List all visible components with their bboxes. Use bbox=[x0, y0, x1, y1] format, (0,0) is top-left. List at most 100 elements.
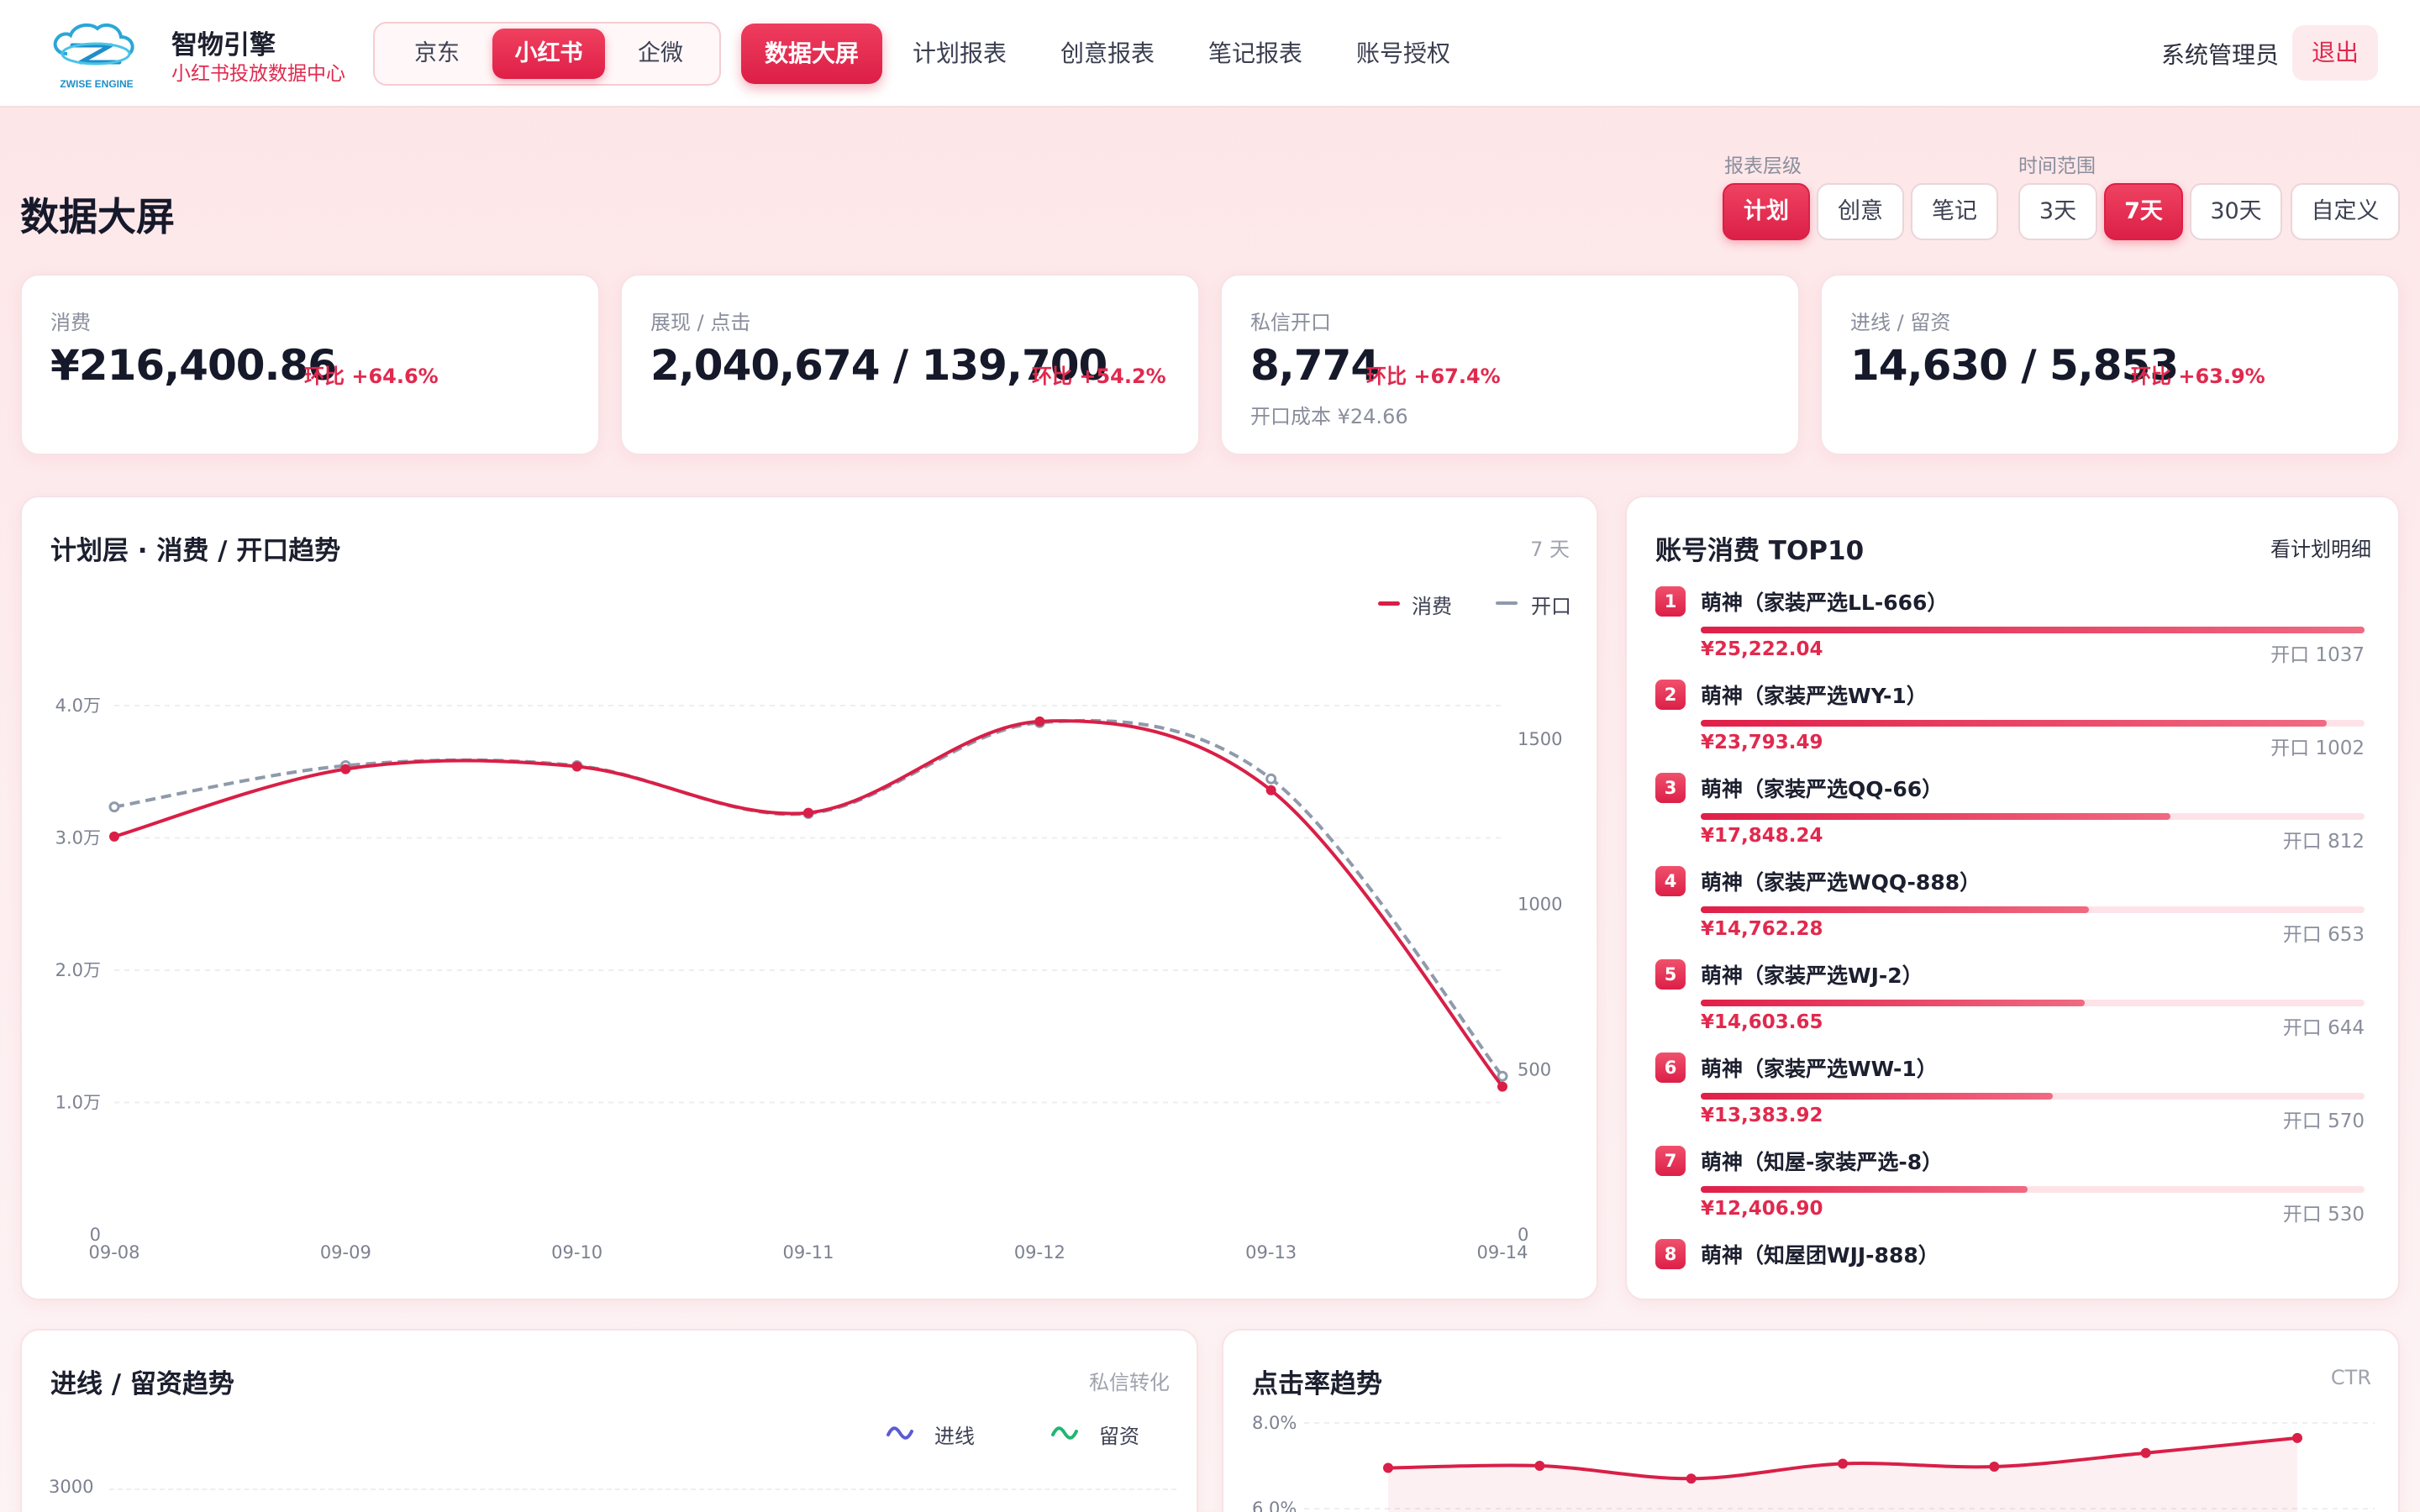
kpi-value: ¥216,400.86 bbox=[50, 341, 337, 390]
kpi-value: 8,774 bbox=[1250, 341, 1380, 390]
legend-leads[interactable]: 进线 bbox=[934, 1420, 975, 1449]
ctr-chart: 8.0% 6.0% bbox=[1252, 1413, 2375, 1512]
account-spend: ¥12,406.90 bbox=[1701, 1198, 1823, 1220]
nav-creative-report[interactable]: 创意报表 bbox=[1047, 24, 1168, 84]
rank-badge: 1 bbox=[1655, 586, 1686, 617]
y-left-tick-label: 2.0万 bbox=[55, 960, 101, 980]
y-left-tick-label: 3.0万 bbox=[55, 828, 101, 848]
range-30d-chip[interactable]: 30天 bbox=[2190, 183, 2282, 240]
rank-badge: 4 bbox=[1655, 866, 1686, 896]
account-name: 萌神（家装严选WJ-2） bbox=[1701, 963, 1923, 988]
ctr-point bbox=[2292, 1432, 2302, 1443]
ctr-point bbox=[2140, 1447, 2151, 1458]
spend-bar-fill bbox=[1701, 1186, 2028, 1193]
nav-dashboard[interactable]: 数据大屏 bbox=[741, 24, 882, 84]
platform-xiaohongshu[interactable]: 小红书 bbox=[492, 29, 605, 79]
range-7d-chip[interactable]: 7天 bbox=[2104, 183, 2183, 240]
level-note-chip[interactable]: 笔记 bbox=[1911, 183, 1998, 240]
spend-bar-track bbox=[1701, 1186, 2365, 1193]
spend-point bbox=[803, 807, 813, 818]
spend-point bbox=[571, 761, 582, 772]
kpi-delta: 环比 +64.6% bbox=[304, 365, 439, 388]
current-user: 系统管理员 bbox=[2161, 41, 2280, 69]
account-opens: 开口 1037 bbox=[2270, 644, 2365, 666]
top10-row[interactable]: 8 萌神（知屋团WJJ-888） bbox=[1627, 1239, 2398, 1299]
top10-row[interactable]: 7 萌神（知屋-家装严选-8） ¥12,406.90 开口 530 bbox=[1627, 1146, 2398, 1239]
kpi-delta: 环比 +54.2% bbox=[1032, 365, 1166, 388]
x-tick-label: 09-13 bbox=[1245, 1242, 1297, 1263]
x-tick-label: 09-11 bbox=[782, 1242, 834, 1263]
ctr-area bbox=[1388, 1437, 2297, 1512]
logo-text: ZWISE ENGINE bbox=[60, 78, 133, 90]
top10-row[interactable]: 5 萌神（家装严选WJ-2） ¥14,603.65 开口 644 bbox=[1627, 959, 2398, 1053]
plan-detail-link[interactable]: 看计划明细 bbox=[2270, 533, 2371, 562]
ctr-trend-panel: 点击率趋势 CTR 8.0% 6.0% bbox=[1222, 1329, 2400, 1512]
x-tick-label: 09-14 bbox=[1476, 1242, 1528, 1263]
account-name: 萌神（家装严选WQQ-888） bbox=[1701, 870, 1981, 895]
y-left-tick-label: 4.0万 bbox=[55, 696, 101, 716]
spend-point bbox=[340, 764, 351, 774]
level-creative-chip[interactable]: 创意 bbox=[1817, 183, 1904, 240]
platform-wecom[interactable]: 企微 bbox=[610, 29, 711, 79]
account-name: 萌神（家装严选LL-666） bbox=[1701, 591, 1949, 615]
open-point bbox=[108, 801, 120, 813]
account-name: 萌神（家装严选WY-1） bbox=[1701, 684, 1928, 708]
nav-note-report[interactable]: 笔记报表 bbox=[1195, 24, 1316, 84]
kpi-label: 私信开口 bbox=[1250, 311, 1331, 334]
top10-row[interactable]: 4 萌神（家装严选WQQ-888） ¥14,762.28 开口 653 bbox=[1627, 866, 2398, 959]
y-right-tick-label: 1000 bbox=[1518, 895, 1562, 915]
top10-row[interactable]: 3 萌神（家装严选QQ-66） ¥17,848.24 开口 812 bbox=[1627, 773, 2398, 866]
platform-switcher: 京东 小红书 企微 bbox=[373, 22, 721, 86]
rank-badge: 3 bbox=[1655, 773, 1686, 803]
leads-trend-tag: 私信转化 bbox=[1089, 1371, 1170, 1394]
kpi-label: 进线 / 留资 bbox=[1850, 311, 1951, 334]
ctr-point bbox=[1383, 1462, 1393, 1473]
x-tick-label: 09-12 bbox=[1014, 1242, 1065, 1263]
top-bar: ZWISE ENGINE 智物引擎 小红书投放数据中心 京东 小红书 企微 数据… bbox=[0, 0, 2420, 108]
spend-point bbox=[109, 831, 119, 842]
spend-bar-track bbox=[1701, 627, 2365, 633]
legend-leads-icon bbox=[886, 1426, 913, 1440]
account-opens: 开口 812 bbox=[2282, 831, 2365, 853]
brand-title: 智物引擎 bbox=[171, 30, 276, 60]
kpi-delta: 环比 +67.4% bbox=[1366, 365, 1501, 388]
account-spend: ¥14,762.28 bbox=[1701, 918, 1823, 940]
spend-bar-track bbox=[1701, 906, 2365, 913]
account-spend: ¥23,793.49 bbox=[1701, 732, 1823, 753]
level-plan-chip[interactable]: 计划 bbox=[1723, 183, 1810, 240]
leads-trend-panel: 进线 / 留资趋势 私信转化 进线 留资 3000 bbox=[20, 1329, 1198, 1512]
spend-bar-track bbox=[1701, 720, 2365, 727]
x-tick-label: 09-08 bbox=[88, 1242, 139, 1263]
rank-badge: 2 bbox=[1655, 680, 1686, 710]
top10-row[interactable]: 6 萌神（家装严选WW-1） ¥13,383.92 开口 570 bbox=[1627, 1053, 2398, 1146]
leads-gridline bbox=[109, 1488, 1176, 1490]
account-spend: ¥25,222.04 bbox=[1701, 638, 1823, 660]
rank-badge: 6 bbox=[1655, 1053, 1686, 1083]
top10-panel: 账号消费 TOP10 看计划明细 1 萌神（家装严选LL-666） ¥25,222.… bbox=[1625, 496, 2400, 1300]
trend-chart: 01.0万2.0万3.0万4.0万05001000150009-08 09-09 0… bbox=[55, 696, 1563, 1263]
nav-plan-report[interactable]: 计划报表 bbox=[899, 24, 1020, 84]
spend-bar-fill bbox=[1701, 720, 2327, 727]
page-title: 数据大屏 bbox=[20, 194, 175, 239]
top10-row[interactable]: 1 萌神（家装严选LL-666） ¥25,222.04 开口 1037 bbox=[1627, 586, 2398, 680]
range-3d-chip[interactable]: 3天 bbox=[2018, 183, 2097, 240]
legend-retain[interactable]: 留资 bbox=[1099, 1420, 1139, 1449]
legend-retain-icon bbox=[1051, 1426, 1078, 1440]
open-point bbox=[1497, 1070, 1508, 1082]
leads-y-tick: 3000 bbox=[49, 1477, 94, 1497]
account-spend: ¥14,603.65 bbox=[1701, 1011, 1823, 1033]
account-name: 萌神（知屋团WJJ-888） bbox=[1701, 1243, 1939, 1268]
rank-badge: 8 bbox=[1655, 1239, 1686, 1269]
nav-account-auth[interactable]: 账号授权 bbox=[1343, 24, 1464, 84]
account-name: 萌神（家装严选QQ-66） bbox=[1701, 777, 1944, 801]
range-custom-chip[interactable]: 自定义 bbox=[2291, 183, 2400, 240]
top10-title: 账号消费 TOP10 bbox=[1655, 536, 1865, 566]
logout-button[interactable]: 退出 bbox=[2292, 25, 2378, 81]
ctr-y-tick-label: 6.0% bbox=[1252, 1499, 1297, 1512]
kpi-card-leads: 进线 / 留资 14,630 / 5,853 环比 +63.9% bbox=[1820, 274, 2400, 455]
kpi-label: 消费 bbox=[50, 311, 91, 334]
spend-bar-fill bbox=[1701, 1000, 2086, 1006]
platform-jd[interactable]: 京东 bbox=[387, 29, 487, 79]
top10-row[interactable]: 2 萌神（家装严选WY-1） ¥23,793.49 开口 1002 bbox=[1627, 680, 2398, 773]
x-tick-label: 09-10 bbox=[551, 1242, 602, 1263]
